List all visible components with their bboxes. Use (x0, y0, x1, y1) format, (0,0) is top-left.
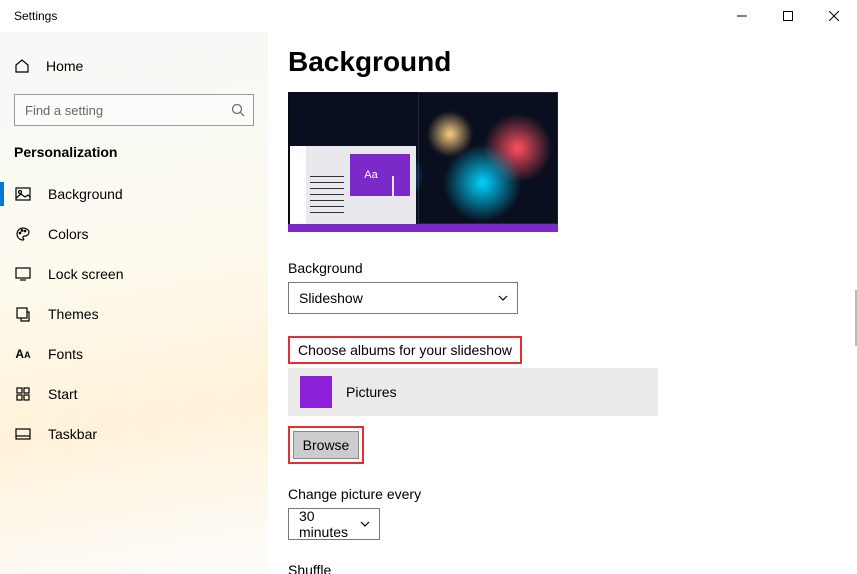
maximize-button[interactable] (765, 0, 811, 32)
main-content: Background Aa Background Slideshow Choos… (268, 32, 857, 574)
close-button[interactable] (811, 0, 857, 32)
album-thumbnail (300, 376, 332, 408)
window-title: Settings (14, 9, 57, 23)
fonts-icon: AA (14, 347, 32, 361)
sidebar-item-label: Lock screen (48, 266, 123, 282)
preview-tile-text: Aa (350, 154, 392, 196)
sidebar-item-label: Colors (48, 226, 88, 242)
desktop-preview: Aa (288, 92, 558, 232)
category-header: Personalization (0, 144, 268, 160)
picture-icon (14, 186, 32, 202)
interval-select[interactable]: 30 minutes (288, 508, 380, 540)
sidebar-item-lockscreen[interactable]: Lock screen (0, 254, 268, 294)
browse-button[interactable]: Browse (293, 431, 359, 459)
home-label: Home (46, 58, 83, 74)
album-name: Pictures (346, 384, 397, 400)
sidebar-item-fonts[interactable]: AA Fonts (0, 334, 268, 374)
interval-select-value: 30 minutes (299, 508, 351, 540)
sidebar-item-label: Fonts (48, 346, 83, 362)
sidebar-item-start[interactable]: Start (0, 374, 268, 414)
sidebar-item-background[interactable]: Background (0, 174, 268, 214)
chevron-down-icon (359, 518, 371, 530)
shuffle-label: Shuffle (288, 562, 829, 574)
chevron-down-icon (497, 292, 509, 304)
background-select[interactable]: Slideshow (288, 282, 518, 314)
home-nav[interactable]: Home (0, 46, 268, 86)
window-controls (719, 0, 857, 32)
taskbar-icon (14, 428, 32, 440)
background-select-value: Slideshow (299, 290, 363, 306)
search-icon (231, 103, 245, 117)
themes-icon (14, 306, 32, 322)
sidebar-item-label: Taskbar (48, 426, 97, 442)
interval-label: Change picture every (288, 486, 829, 502)
sidebar-item-themes[interactable]: Themes (0, 294, 268, 334)
sidebar-item-label: Background (48, 186, 123, 202)
sidebar-item-colors[interactable]: Colors (0, 214, 268, 254)
start-icon (14, 387, 32, 401)
lockscreen-icon (14, 266, 32, 282)
home-icon (14, 58, 30, 74)
choose-albums-label: Choose albums for your slideshow (288, 336, 522, 364)
search-input[interactable]: Find a setting (14, 94, 254, 126)
album-item[interactable]: Pictures (288, 368, 658, 416)
sidebar-item-label: Start (48, 386, 78, 402)
sidebar-item-label: Themes (48, 306, 99, 322)
search-placeholder: Find a setting (25, 103, 103, 118)
page-title: Background (288, 46, 829, 78)
sidebar-item-taskbar[interactable]: Taskbar (0, 414, 268, 454)
minimize-button[interactable] (719, 0, 765, 32)
background-label: Background (288, 260, 829, 276)
sidebar: Home Find a setting Personalization Back… (0, 32, 268, 574)
palette-icon (14, 226, 32, 242)
